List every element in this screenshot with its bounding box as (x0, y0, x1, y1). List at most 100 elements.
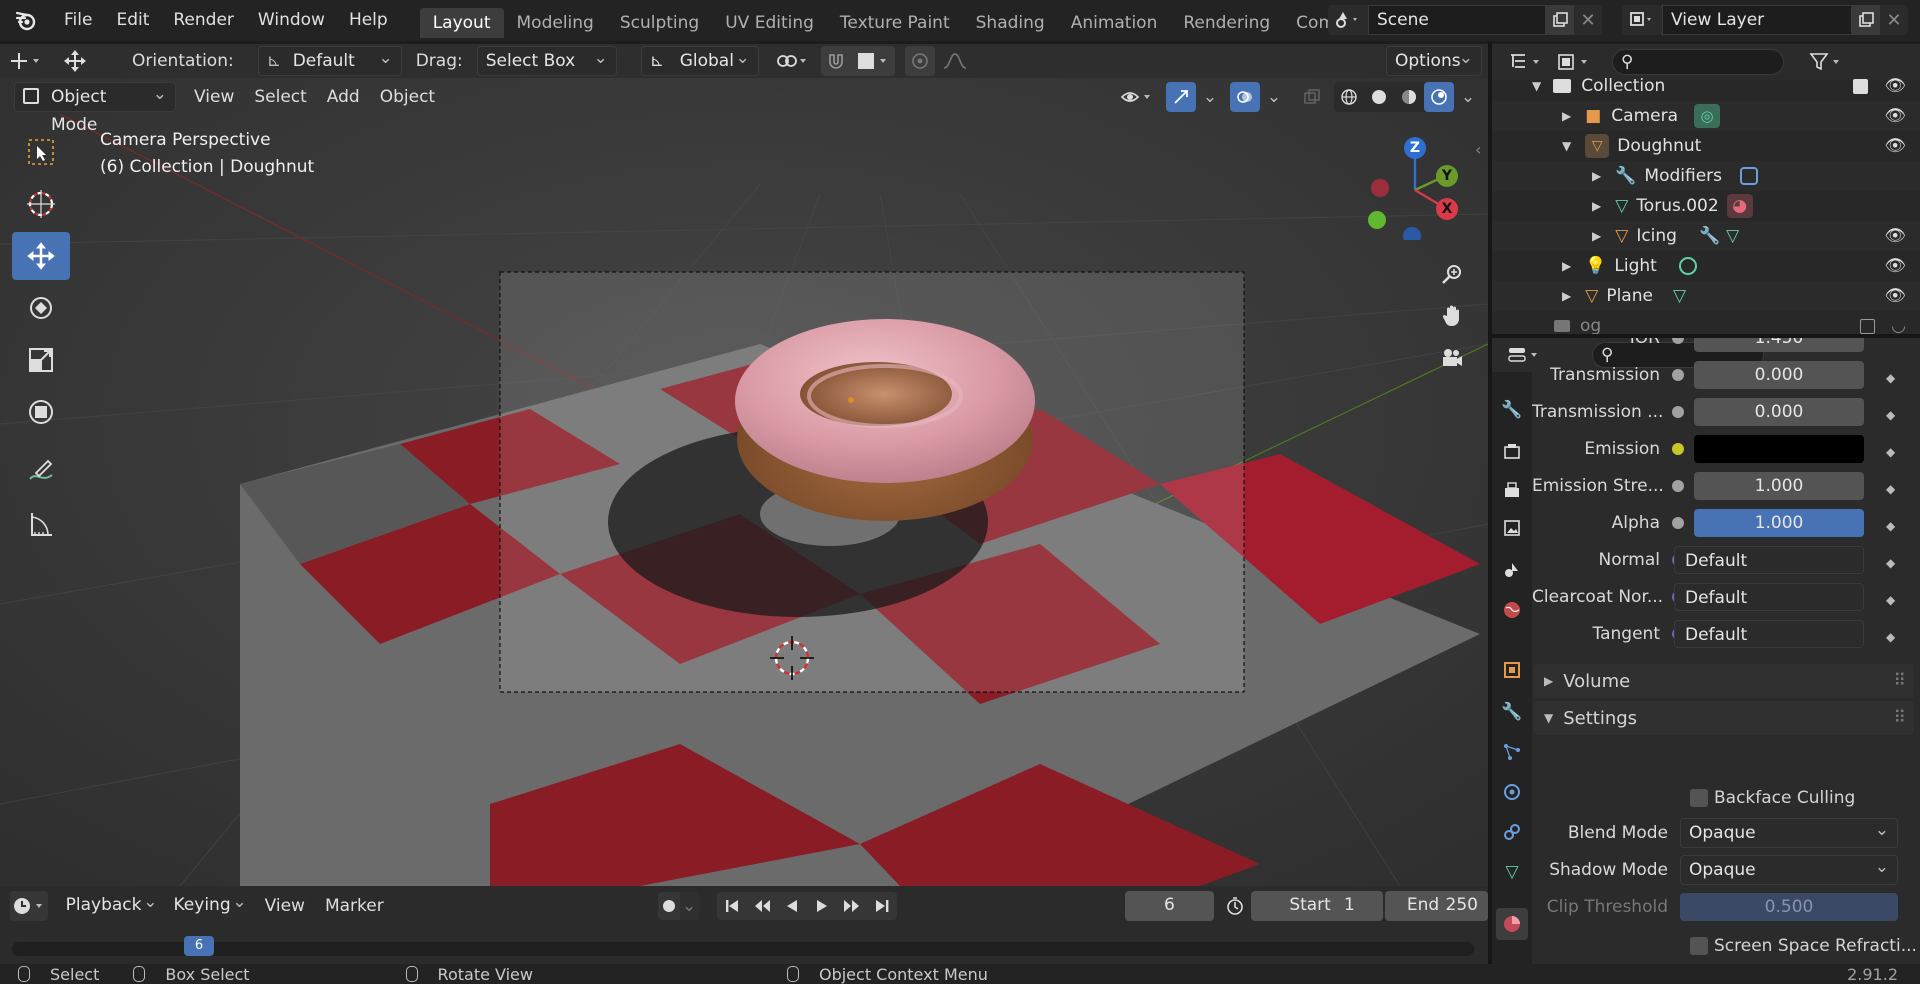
eye-icon[interactable]: 👁 (1884, 286, 1906, 306)
clip-threshold-field[interactable]: 0.500 (1680, 893, 1898, 921)
mode-dropdown[interactable]: Object Mode (14, 80, 176, 135)
clearcoat-normal-field[interactable]: Default (1674, 583, 1864, 611)
end-frame-field[interactable]: End 250 (1384, 891, 1488, 921)
snap-increment-icon[interactable] (850, 46, 895, 76)
constraints-tab-icon[interactable] (1496, 816, 1528, 848)
tab-uv-editing[interactable]: UV Editing (712, 8, 827, 38)
eye-icon[interactable]: 👁 (1884, 256, 1906, 276)
view-layer-tab-icon[interactable] (1496, 512, 1528, 544)
gizmo-z-axis[interactable]: Z (1404, 137, 1426, 159)
overlays-dropdown-icon[interactable]: ⌄ (1260, 82, 1288, 112)
tool-select-dropdown-icon[interactable] (0, 44, 52, 78)
blend-mode-dropdown[interactable]: Opaque (1680, 816, 1898, 848)
menu-help[interactable]: Help (337, 0, 400, 41)
outliner-row-light[interactable]: ▶ 💡 Light 👁 (1492, 251, 1920, 281)
delete-view-layer-icon[interactable]: ✕ (1880, 5, 1908, 35)
view-layer-icon[interactable] (1622, 5, 1662, 35)
playback-menu[interactable]: Playback (58, 888, 166, 921)
select-box-tool-icon[interactable] (12, 128, 70, 176)
backface-culling-checkbox[interactable] (1690, 789, 1708, 807)
output-tab-icon[interactable] (1496, 474, 1528, 506)
viewport-menu-select[interactable]: Select (244, 87, 316, 107)
area-separator-horizontal[interactable] (1492, 334, 1920, 338)
gizmo-y-axis[interactable]: Y (1436, 165, 1458, 187)
orientation-dropdown[interactable]: ⊾ Default (257, 44, 402, 76)
jump-start-icon[interactable] (717, 892, 747, 920)
expand-arrow-icon[interactable]: ▶ (1592, 169, 1601, 183)
drag-dropdown[interactable]: Select Box (476, 44, 617, 76)
viewport-menu-view[interactable]: View (184, 87, 244, 107)
keying-menu[interactable]: Keying (166, 888, 255, 921)
tangent-field[interactable]: Default (1674, 620, 1864, 648)
outliner-row-camera[interactable]: ▶ ■ Camera ◎ 👁 (1492, 101, 1920, 131)
tool-tab-icon[interactable]: 🔧 (1496, 394, 1528, 426)
play-icon[interactable] (807, 892, 837, 920)
expand-arrow-icon[interactable]: ▶ (1592, 199, 1601, 213)
tab-modeling[interactable]: Modeling (504, 8, 607, 38)
data-tab-icon[interactable]: ▽ (1496, 856, 1528, 888)
jump-end-icon[interactable] (867, 892, 897, 920)
annotate-tool-icon[interactable] (12, 448, 70, 496)
jump-keyframe-back-icon[interactable] (747, 892, 777, 920)
delete-scene-icon[interactable]: ✕ (1574, 5, 1602, 35)
volume-panel-header[interactable]: ▶ Volume ⠿ (1534, 664, 1914, 698)
pan-hand-icon[interactable] (1436, 300, 1468, 332)
exclude-checkbox[interactable] (1853, 78, 1869, 94)
eye-icon[interactable]: 👁 (1884, 76, 1906, 96)
tab-texture-paint[interactable]: Texture Paint (827, 8, 963, 38)
scene-name-field[interactable]: Scene (1368, 5, 1546, 35)
navigation-gizmo[interactable]: Z Y X (1360, 130, 1470, 245)
timeline-menu-marker[interactable]: Marker (315, 896, 394, 916)
play-reverse-icon[interactable] (777, 892, 807, 920)
transmission-field[interactable]: 0.000 (1694, 361, 1864, 389)
menu-file[interactable]: File (52, 0, 104, 41)
gizmo-x-axis[interactable]: X (1436, 198, 1458, 220)
new-scene-icon[interactable] (1546, 5, 1574, 35)
gizmo-dropdown-icon[interactable]: ⌄ (1196, 82, 1224, 112)
expand-arrow-icon[interactable]: ▶ (1562, 259, 1571, 273)
new-view-layer-icon[interactable] (1852, 5, 1880, 35)
transmission-roughness-field[interactable]: 0.000 (1694, 398, 1864, 426)
material-preview-icon[interactable] (1394, 82, 1424, 112)
timeline-ruler[interactable]: 6 (12, 936, 1474, 956)
solid-shading-icon[interactable] (1364, 82, 1394, 112)
outliner-row-plane[interactable]: ▶ ▽ Plane ▽ 👁 (1492, 281, 1920, 311)
object-tab-icon[interactable] (1496, 654, 1528, 686)
auto-keying-record-icon[interactable] (657, 892, 680, 920)
particles-tab-icon[interactable] (1496, 736, 1528, 768)
jump-keyframe-forward-icon[interactable] (837, 892, 867, 920)
measure-tool-icon[interactable] (12, 500, 70, 548)
physics-tab-icon[interactable] (1496, 776, 1528, 808)
auto-keying-dropdown-icon[interactable]: ⌄ (679, 892, 699, 920)
outliner-row-collection[interactable]: ▼ Collection 👁 (1492, 71, 1920, 101)
ssr-checkbox[interactable] (1690, 937, 1708, 955)
scene-icon[interactable] (1328, 5, 1368, 35)
falloff-curve-icon[interactable] (935, 46, 975, 76)
cursor-tool-icon[interactable] (12, 180, 70, 228)
shadow-mode-dropdown[interactable]: Opaque (1680, 853, 1898, 885)
tab-layout[interactable]: Layout (419, 7, 504, 38)
scene-tab-icon[interactable] (1496, 554, 1528, 586)
outliner-row-og[interactable]: og ◡ (1492, 311, 1920, 334)
menu-render[interactable]: Render (161, 0, 246, 41)
view-layer-field[interactable]: View Layer (1662, 5, 1852, 35)
outliner-row-icing[interactable]: ▶ ▽ Icing 🔧 ▽ 👁 (1492, 221, 1920, 251)
collapse-arrow-icon[interactable]: ▼ (1532, 79, 1541, 93)
proportional-editing-icon[interactable] (904, 46, 935, 76)
world-tab-icon[interactable] (1496, 594, 1528, 626)
exclude-checkbox[interactable] (1860, 318, 1876, 334)
tab-sculpting[interactable]: Sculpting (607, 8, 712, 38)
shading-dropdown-icon[interactable]: ⌄ (1454, 82, 1482, 112)
viewport-menu-add[interactable]: Add (317, 87, 370, 107)
expand-arrow-icon[interactable]: ▶ (1562, 109, 1571, 123)
menu-edit[interactable]: Edit (104, 0, 161, 41)
drag-grip-icon[interactable]: ⠿ (1894, 708, 1906, 728)
settings-panel-header[interactable]: ▼ Settings ⠿ (1534, 701, 1914, 735)
viewport-menu-object[interactable]: Object (370, 87, 445, 107)
blender-logo-icon[interactable] (0, 0, 52, 41)
render-tab-icon[interactable] (1496, 436, 1528, 468)
alpha-field[interactable]: 1.000 (1694, 509, 1864, 537)
expand-arrow-icon[interactable]: ▶ (1562, 289, 1571, 303)
tab-rendering[interactable]: Rendering (1170, 8, 1283, 38)
gizmo-toggle-icon[interactable] (1166, 82, 1196, 112)
